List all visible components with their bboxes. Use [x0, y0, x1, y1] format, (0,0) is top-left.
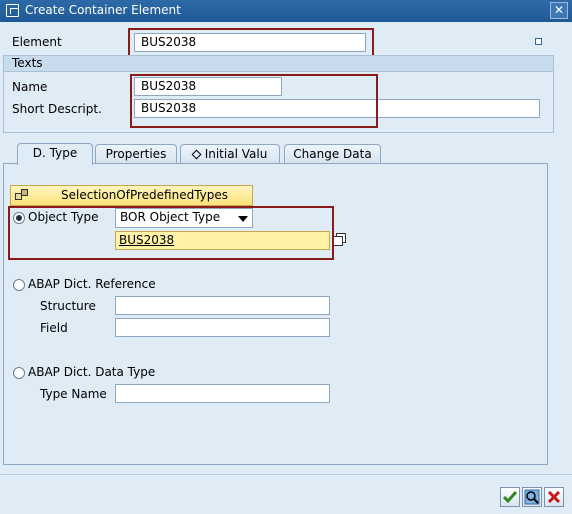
abap-dict-reference-label: ABAP Dict. Reference — [28, 277, 156, 291]
diamond-icon — [191, 149, 202, 160]
field-label: Field — [40, 321, 68, 335]
magnifier-icon — [524, 489, 540, 505]
window-title: Create Container Element — [25, 3, 181, 17]
selection-predefined-types-label: SelectionOfPredefinedTypes — [61, 188, 229, 202]
element-label: Element — [12, 35, 62, 49]
checkmark-icon — [502, 491, 518, 504]
tab-initial-value[interactable]: Initial Valu — [180, 144, 280, 164]
close-button[interactable]: ✕ — [550, 2, 568, 19]
search-button[interactable] — [522, 487, 542, 507]
type-name-field[interactable] — [115, 384, 330, 403]
highlight-element — [128, 28, 374, 57]
abap-dict-reference-radio[interactable] — [13, 279, 25, 291]
type-cubes-icon — [15, 189, 29, 201]
tab-initial-value-label: Initial Valu — [204, 147, 268, 161]
layout-square-icon[interactable] — [535, 38, 542, 45]
tab-properties[interactable]: Properties — [95, 144, 177, 164]
abap-dict-data-type-label: ABAP Dict. Data Type — [28, 365, 156, 379]
tab-change-data[interactable]: Change Data — [284, 144, 381, 164]
tab-properties-label: Properties — [105, 147, 167, 161]
abap-dict-data-type-radio[interactable] — [13, 367, 25, 379]
short-descript-label: Short Descript. — [12, 102, 102, 116]
value-help-icon[interactable] — [333, 233, 347, 247]
structure-field[interactable] — [115, 296, 330, 315]
tab-d-type-label: D. Type — [32, 146, 78, 160]
tab-d-type[interactable]: D. Type — [17, 143, 93, 165]
cancel-button[interactable] — [544, 487, 564, 507]
tab-change-data-label: Change Data — [293, 147, 372, 161]
footer-divider — [0, 474, 572, 475]
highlight-texts — [130, 74, 378, 128]
name-label: Name — [12, 80, 48, 94]
selection-predefined-types-button[interactable]: SelectionOfPredefinedTypes — [10, 185, 253, 206]
texts-group-header: Texts — [4, 56, 553, 72]
cancel-x-icon — [547, 490, 561, 504]
title-bar: Create Container Element ✕ — [0, 0, 572, 22]
highlight-object-type — [8, 206, 334, 260]
field-field[interactable] — [115, 318, 330, 337]
structure-label: Structure — [40, 299, 96, 313]
type-name-label: Type Name — [40, 387, 107, 401]
confirm-button[interactable] — [500, 487, 520, 507]
window-icon — [6, 4, 19, 17]
